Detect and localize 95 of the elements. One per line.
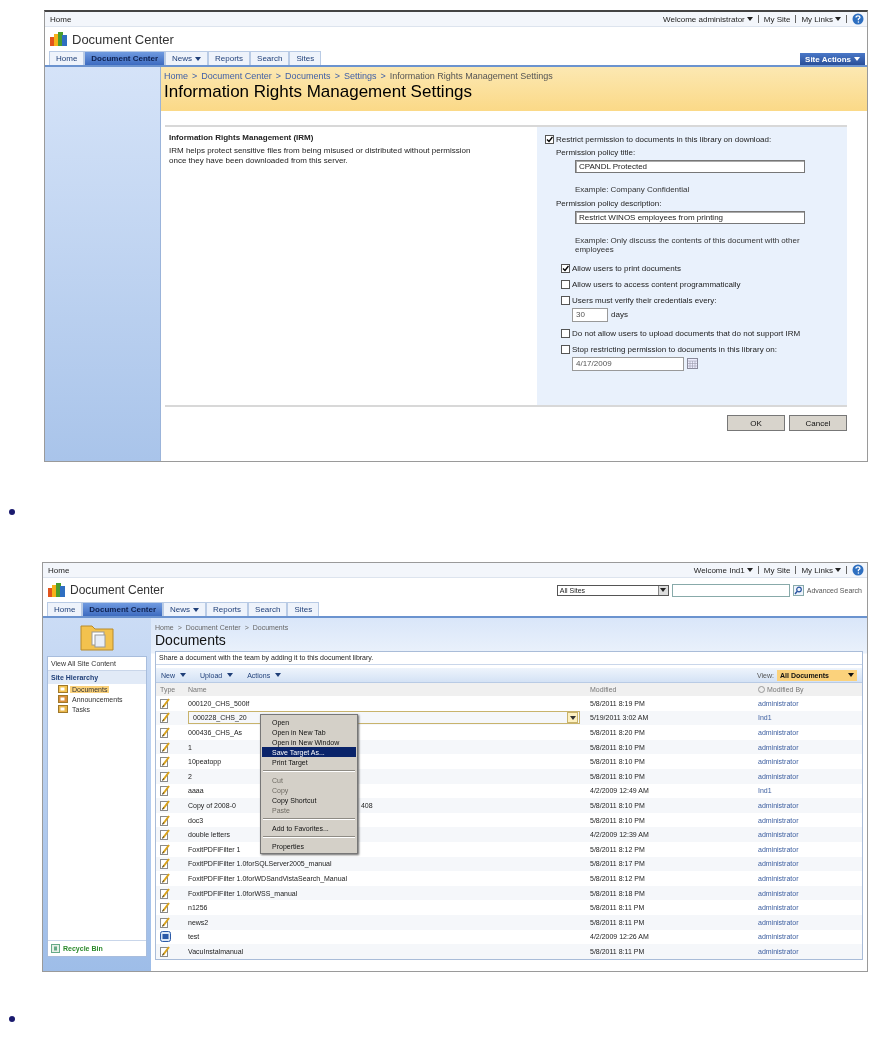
dialog-button[interactable]: Cancel [789,415,847,431]
breadcrumb-separator: > [380,71,386,81]
recycle-bin-icon [51,944,60,953]
search-field[interactable] [671,583,790,597]
checkbox[interactable] [545,135,554,144]
item-menu-button[interactable] [567,712,578,724]
nav-tab[interactable]: Document Center [82,602,164,616]
nav-tab[interactable]: Sites [287,602,320,616]
nav-tab[interactable]: Reports [206,602,249,616]
example-text: Example: Only discuss the contents of this document with other employees [575,235,801,255]
home-link[interactable]: Home [50,14,72,24]
search-icon[interactable] [792,584,804,596]
word-document-icon [160,931,171,943]
dialog-button[interactable]: OK [727,415,785,431]
nav-tab[interactable]: Reports [208,51,251,65]
option-label: Users must verify their credentials every: [572,295,717,305]
date-field[interactable]: 4/17/2009 [572,356,684,371]
calendar-icon[interactable] [687,358,698,370]
breadcrumb-separator: > [192,71,198,81]
list-icon [58,705,68,713]
checkbox[interactable] [561,344,570,354]
nav-tab[interactable]: Sites [289,51,322,65]
breadcrumb-separator: > [334,71,340,81]
caret-icon [835,17,841,21]
breadcrumb-link[interactable]: Document Center [201,71,272,81]
field-label: Permission policy description: [556,198,663,208]
caret-icon [195,56,202,61]
document-icon [160,756,170,768]
option-label: Do not allow users to upload documents that do not support IRM [572,328,801,338]
breadcrumb-link[interactable]: Home [164,71,188,81]
checkbox[interactable] [561,279,570,289]
document-icon [160,727,170,738]
caret-icon [275,673,282,677]
nav-tab[interactable]: Home [49,51,85,65]
nav-tab[interactable]: Search [248,602,288,616]
my-links-menu[interactable]: My Links [801,565,841,575]
welcome-menu[interactable]: Welcome Ind1 [693,565,753,575]
field-label: Permission policy title: [556,148,637,157]
my-site-link[interactable]: My Site [763,14,791,24]
option-label: Allow users to access content programmatically [572,279,741,289]
caret-icon [180,673,186,677]
site-actions-button[interactable]: Site Actions [800,53,865,65]
caret-icon [854,57,860,61]
example-text: Example: Company Confidential [575,185,691,195]
page-title: Documents [155,632,227,648]
checkbox[interactable] [561,295,570,305]
list-icon [58,685,68,693]
welcome-menu[interactable]: Welcome administrator [663,14,753,24]
caret-icon [193,607,200,612]
breadcrumb-link[interactable]: Documents [285,71,331,81]
document-icon [160,785,170,797]
bullet-icon [9,1016,15,1022]
document-icon [160,902,170,914]
nav-tab[interactable]: Home [47,602,83,616]
caret-icon [848,673,854,677]
list-icon [58,695,68,703]
document-icon [160,697,170,709]
breadcrumb-separator: > [275,71,282,81]
logo-icon [50,31,68,47]
caret-icon [569,715,576,720]
section-description: IRM helps protect sensitive files from being misused or distributed without permission once they have been downloaded from this server. [169,146,472,166]
caret-icon [835,568,841,572]
text-field[interactable]: CPANDL Protected [575,160,805,173]
bullet-icon [9,509,15,515]
help-icon[interactable] [852,564,864,576]
unit-label: days [611,310,628,320]
caret-icon [746,17,753,21]
checkbox[interactable] [561,263,570,273]
nav-tab[interactable]: Search [250,51,290,65]
option-label: Restrict permission to documents in this library on download: [556,135,772,144]
logo-icon [48,582,66,598]
document-icon [160,843,170,855]
page-title: Information Rights Management Settings [164,82,474,102]
site-title: Document Center [70,583,165,597]
my-links-menu[interactable]: My Links [801,14,841,24]
checkbox[interactable] [561,328,570,338]
document-icon [160,872,170,884]
section-title: Information Rights Management (IRM) [169,133,315,142]
option-label: Allow users to print documents [572,263,681,273]
status-icon [758,686,765,693]
option-label: Stop restricting permission to documents in this library on: [572,344,777,354]
help-icon[interactable] [852,13,864,25]
nav-tab[interactable]: News [165,51,209,65]
interval-field[interactable]: 30 [572,307,608,322]
site-title: Document Center [72,31,174,47]
caret-icon [746,568,753,572]
nav-tab[interactable]: Document Center [84,51,166,65]
caret-icon [660,588,667,592]
breadcrumb-current: Information Rights Management Settings [389,71,553,81]
caret-icon [227,673,234,677]
text-field[interactable]: Restrict WINOS employees from printing [575,210,805,224]
my-site-link[interactable]: My Site [763,565,791,575]
nav-tab[interactable]: News [163,602,207,616]
home-link[interactable]: Home [48,565,70,575]
breadcrumb-link[interactable]: Settings [343,71,377,81]
